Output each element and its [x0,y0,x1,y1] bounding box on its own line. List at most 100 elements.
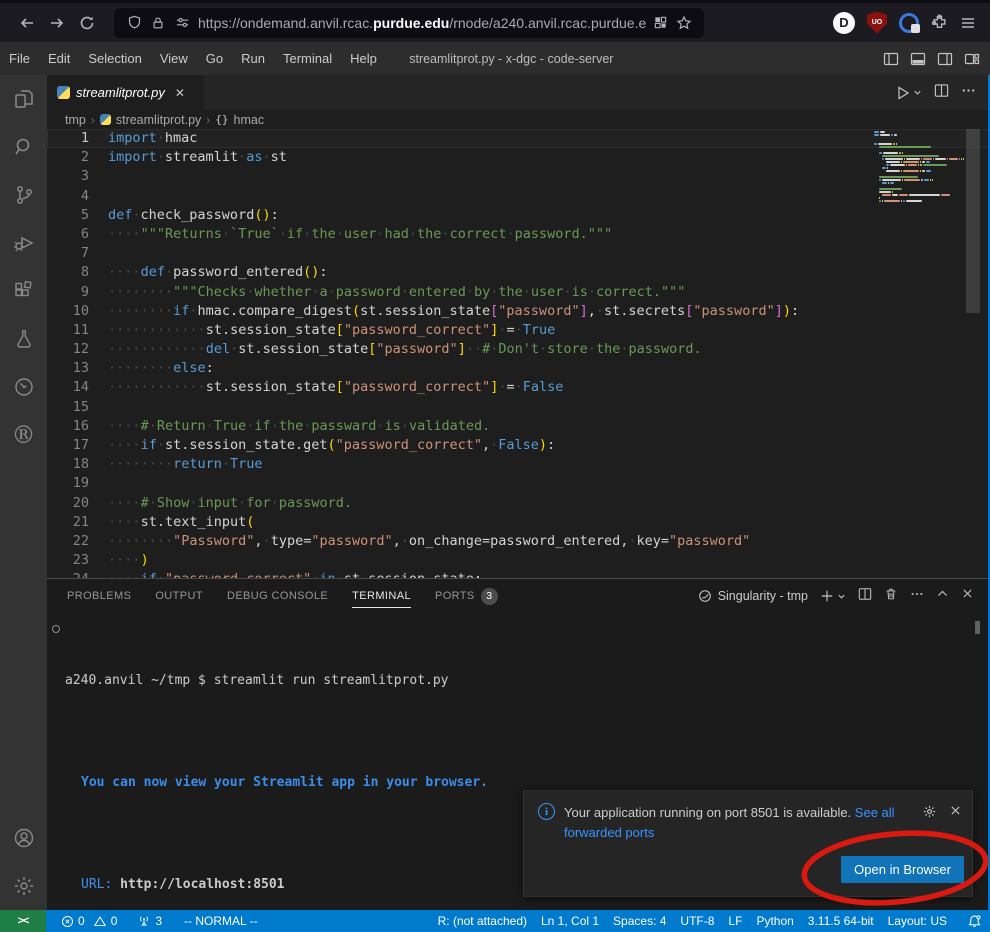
vim-mode-status[interactable]: -- NORMAL -- [177,914,265,928]
panel-tab-terminal[interactable]: TERMINAL [352,584,411,608]
panel-tab-ports[interactable]: PORTS3 [435,582,498,611]
status-item[interactable]: LF [721,914,749,928]
notification-settings-gear-icon[interactable] [922,804,937,822]
forward-button[interactable] [42,9,72,37]
status-item[interactable]: R: (not attached) [431,914,534,928]
lock-icon[interactable] [146,11,170,35]
extensions-icon[interactable] [0,267,47,315]
reload-button[interactable] [72,9,102,37]
panel-tab-debug-console[interactable]: DEBUG CONSOLE [227,584,328,608]
accounts-icon[interactable] [0,814,47,862]
chevron-right-icon: › [91,113,95,127]
open-in-browser-button[interactable]: Open in Browser [841,856,964,883]
code-line: 7 [47,244,990,263]
menu-item-help[interactable]: Help [341,42,386,75]
browser-toolbar: https://ondemand.anvil.rcac.purdue.edu/r… [0,0,990,42]
terminal-scrollbar[interactable] [975,621,980,634]
code-line: 1import·hmac [47,129,990,148]
menu-item-run[interactable]: Run [232,42,274,75]
minimap-line [874,194,960,197]
new-terminal-icon[interactable] [820,589,846,603]
code-line: 13········else: [47,359,990,378]
code-line: 8····def·password_entered(): [47,263,990,282]
remote-indicator[interactable]: >< [0,910,46,932]
resource-monitor-icon[interactable] [0,363,47,411]
code-line: 5def·check_password(): [47,206,990,225]
breadcrumb: tmp › streamlitprot.py › {} hmac [47,110,990,129]
kill-terminal-trash-icon[interactable] [884,587,898,606]
code-line: 10········if·hmac.compare_digest(st.sess… [47,302,990,321]
status-item[interactable]: Layout: US [881,914,954,928]
menu-item-selection[interactable]: Selection [79,42,150,75]
profile-avatar[interactable]: D [833,12,855,34]
settings-gear-icon[interactable] [0,862,47,910]
explorer-icon[interactable] [0,75,47,123]
status-item[interactable]: Spaces: 4 [606,914,673,928]
r-language-icon[interactable]: ® [0,411,47,459]
close-panel-icon[interactable] [961,587,974,605]
more-actions-icon[interactable] [961,83,976,103]
source-control-icon[interactable] [0,171,47,219]
toggle-panel-icon[interactable] [910,51,926,67]
toggle-secondary-sidebar-icon[interactable] [937,51,953,67]
maximize-panel-icon[interactable] [936,587,949,605]
panel-tab-problems[interactable]: PROBLEMS [67,584,131,608]
terminal-profile[interactable]: Singularity - tmp [698,589,808,603]
editor-scrollbar[interactable] [966,129,980,313]
status-right-items: R: (not attached)Ln 1, Col 1Spaces: 4UTF… [431,914,960,928]
problems-status[interactable]: 0 0 [54,914,124,928]
code-line: 19 [47,474,990,493]
code-line: 4 [47,187,990,206]
toggle-sidebar-icon[interactable] [883,51,899,67]
testing-flask-icon[interactable] [0,315,47,363]
code-editor[interactable]: 1import·hmac2import·streamlit·as·st345de… [47,129,990,578]
run-python-file-button[interactable] [895,85,922,101]
panel-more-icon[interactable] [910,587,924,606]
breadcrumb-folder[interactable]: tmp [65,113,86,127]
status-item[interactable]: 3.11.5 64-bit [801,914,881,928]
split-terminal-icon[interactable] [858,587,872,606]
warning-triangle-icon [93,915,107,928]
code-lines: 1import·hmac2import·streamlit·as·st345de… [47,129,990,578]
panel-tab-output[interactable]: OUTPUT [155,584,203,608]
menu-hamburger-icon[interactable] [960,15,976,31]
extensions-puzzle-icon[interactable] [931,14,948,31]
status-item[interactable]: Python [749,914,800,928]
url-bar[interactable]: https://ondemand.anvil.rcac.purdue.edu/r… [114,8,704,38]
bookmark-star-icon[interactable] [672,11,696,35]
tab-close-icon[interactable]: ✕ [175,86,185,100]
panel-header: PROBLEMS OUTPUT DEBUG CONSOLE TERMINAL PORTS… [47,579,990,613]
menu-item-file[interactable]: File [0,42,39,75]
editor-tab-streamlitprot[interactable]: streamlitprot.py ✕ [47,75,205,110]
adblock-extension-icon[interactable]: UO [867,12,887,34]
window-title: streamlitprot.py - x-dgc - code-server [409,52,613,66]
menu-item-terminal[interactable]: Terminal [274,42,341,75]
menu-item-view[interactable]: View [151,42,197,75]
code-line: 24····if·"password_correct"·in·st.sessio… [47,570,990,578]
customize-layout-icon[interactable] [964,51,980,67]
status-item[interactable]: Ln 1, Col 1 [534,914,606,928]
symbol-braces-icon: {} [215,113,228,126]
breadcrumb-symbol[interactable]: hmac [234,113,265,127]
menu-item-go[interactable]: Go [197,42,232,75]
forwarded-ports-status[interactable]: 3 [130,914,169,928]
code-line: 11············st.session_state["password… [47,321,990,340]
editor-tabs: streamlitprot.py ✕ [47,75,990,110]
tracking-shield-icon[interactable] [122,11,146,35]
search-icon[interactable] [0,123,47,171]
code-line: 6····"""Returns·`True`·if·the·user·had·t… [47,225,990,244]
radio-tower-icon [137,915,151,928]
notifications-bell-icon[interactable] [960,914,990,929]
permissions-icon[interactable] [170,11,194,35]
back-button[interactable] [12,9,42,37]
split-editor-icon[interactable] [934,83,949,103]
status-item[interactable]: UTF-8 [673,914,721,928]
notification-close-icon[interactable] [949,804,962,820]
run-debug-icon[interactable] [0,219,47,267]
privacy-extension-icon[interactable] [899,13,919,33]
page-grid-icon[interactable] [648,11,672,35]
menu-item-edit[interactable]: Edit [39,42,79,75]
mini-lock-icon [911,24,920,33]
breadcrumb-file[interactable]: streamlitprot.py [116,113,201,127]
minimap[interactable] [874,131,960,203]
